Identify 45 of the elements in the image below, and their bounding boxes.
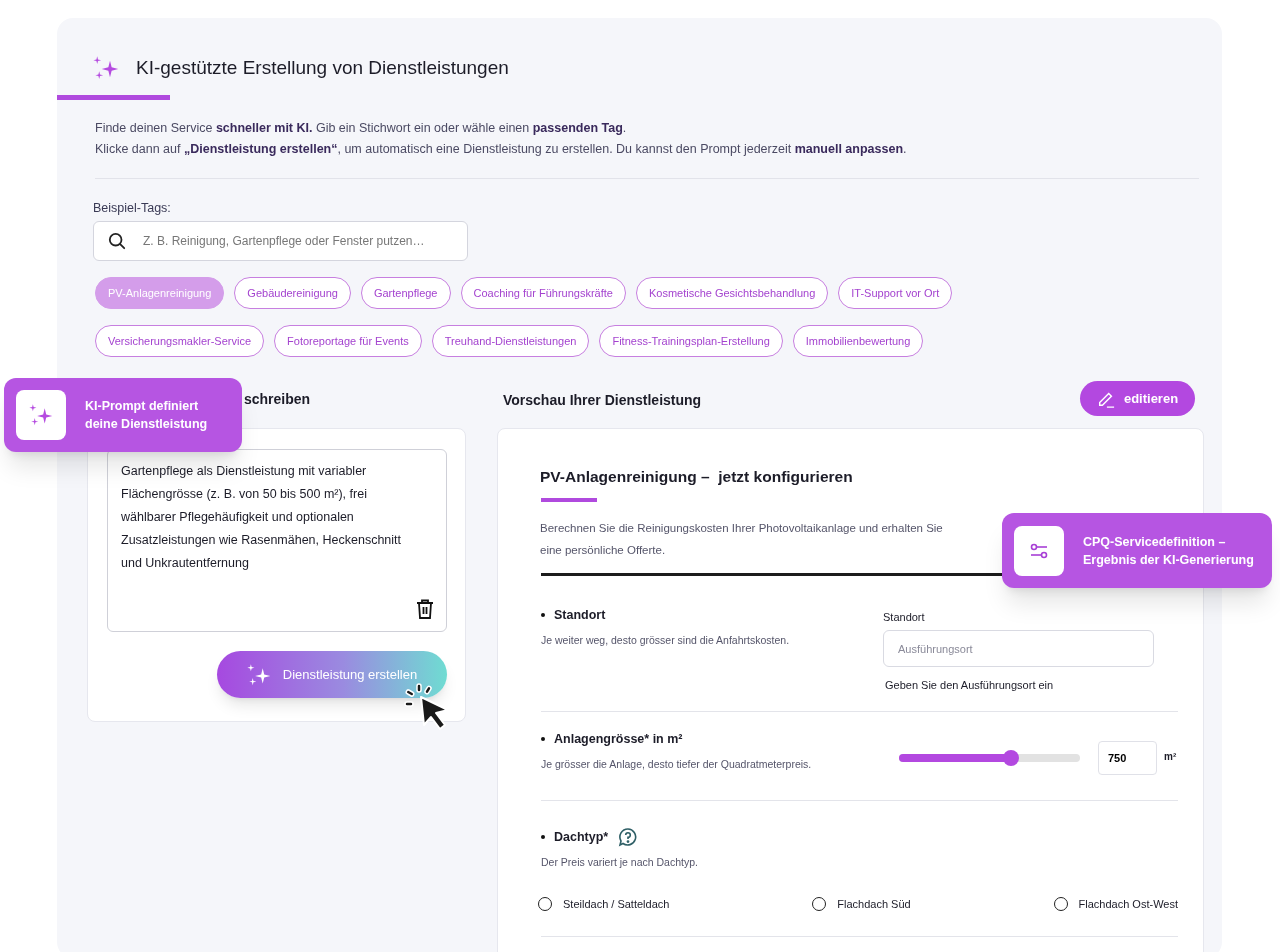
- tag-chip[interactable]: Immobilienbewertung: [792, 325, 924, 357]
- field-label: Anlagengrösse* in m²: [541, 729, 683, 749]
- sparkles-icon: [29, 403, 53, 427]
- field-label: Dachtyp*: [541, 827, 609, 847]
- intro-text: Finde deinen Service schneller mit KI. Gib ein Stichwort ein oder wähle einen passenden Tag.: [95, 120, 628, 136]
- unit-label: m²: [1164, 750, 1177, 764]
- tag-chip[interactable]: Kosmetische Gesichtsbehandlung: [635, 277, 829, 309]
- section-heading: Vorschau Ihrer Dienstleistung: [503, 391, 702, 410]
- edit-button[interactable]: editieren: [1080, 381, 1195, 416]
- trash-icon[interactable]: [416, 599, 434, 619]
- tag-chip[interactable]: Fitness-Trainingsplan-Erstellung: [599, 325, 783, 357]
- field-hint: Der Preis variert je nach Dachtyp.: [541, 855, 698, 870]
- tag-chip[interactable]: Coaching für Führungskräfte: [460, 277, 626, 309]
- section-heading: schreiben: [244, 390, 311, 409]
- field-hint: Je weiter weg, desto grösser sind die Anfahrtskosten.: [541, 633, 790, 648]
- tag-chip[interactable]: Gebäudereinigung: [234, 277, 351, 309]
- form-title: PV-Anlagenreinigung – jetzt konfigurieren: [540, 467, 853, 487]
- callout-text: KI-Prompt definiert deine Dienstleistung: [85, 398, 209, 433]
- field-hint: Je grösser die Anlage, desto tiefer der Quadratmeterpreis.: [541, 757, 812, 772]
- slider-thumb[interactable]: [1003, 750, 1020, 766]
- title-underline: [541, 498, 597, 502]
- tag-chip[interactable]: Treuhand-Dienstleistungen: [431, 325, 590, 357]
- input-help: Geben Sie den Ausführungsort ein: [885, 678, 1054, 693]
- create-button[interactable]: Dienstleistung erstellen: [217, 651, 447, 698]
- radio-option[interactable]: Flachdach Ost-West: [1053, 896, 1178, 913]
- field-label: Standort: [541, 605, 606, 625]
- prompt-text: Gartenpflege als Dienstleistung mit variabler Flächengrösse (z. B. von 50 bis 500 m²), frei wählbarer Pflegehäufigkeit und optionalen Zusatzleistungen wie Rasenmähen, Heckenschnitt und Unkrautentfernung: [121, 463, 402, 572]
- size-field[interactable]: 750: [1098, 741, 1157, 775]
- radio-option[interactable]: Steildach / Satteldach: [538, 896, 670, 913]
- help-icon[interactable]: [618, 827, 639, 847]
- page-title: KI-gestützte Erstellung von Dienstleistungen: [136, 56, 509, 80]
- tag-chip[interactable]: IT-Support vor Ort: [838, 277, 953, 309]
- form-description: eine persönliche Offerte.: [540, 543, 666, 558]
- intro-text: Klicke dann auf „Dienstleistung erstellen“, um automatisch eine Dienstleistung zu erstellen. Du kannst den Prompt jederzeit manuell anpassen.: [95, 141, 907, 157]
- input-label: Standort: [883, 610, 925, 625]
- tags-label: Beispiel-Tags:: [93, 200, 171, 217]
- form-description: Berechnen Sie die Reinigungskosten Ihrer Photovoltaikanlage und erhalten Sie: [540, 521, 943, 536]
- search-field[interactable]: Z. B. Reinigung, Gartenpflege oder Fenster putzen…: [93, 221, 468, 261]
- tag-chip[interactable]: Fotoreportage für Events: [274, 325, 422, 357]
- tag-chip[interactable]: Gartenpflege: [360, 277, 451, 309]
- location-field[interactable]: Ausführungsort: [883, 630, 1154, 667]
- callout-text: CPQ-Servicedefinition – Ergebnis der KI-Generierung: [1083, 533, 1255, 569]
- tag-chip[interactable]: Versicherungsmakler-Service: [95, 325, 265, 357]
- search-icon: [108, 232, 126, 250]
- radio-option[interactable]: Flachdach Süd: [812, 896, 911, 913]
